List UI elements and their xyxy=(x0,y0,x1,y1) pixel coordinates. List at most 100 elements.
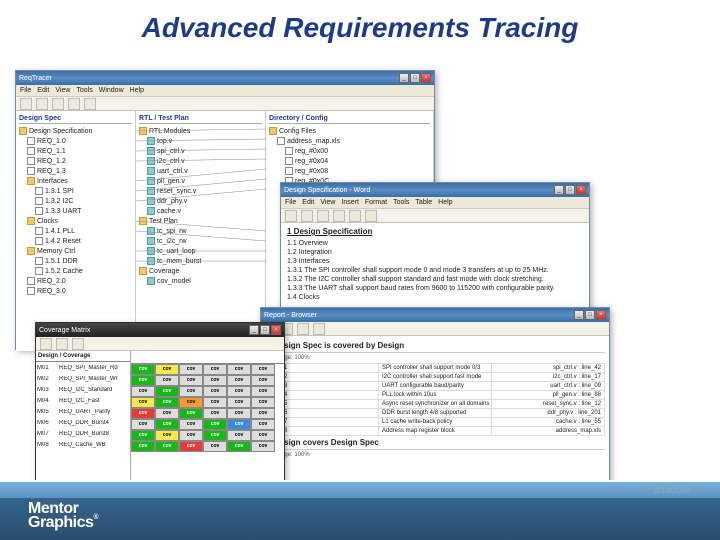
tree-item[interactable]: reset_sync.v xyxy=(139,186,262,196)
close-icon[interactable]: × xyxy=(596,310,606,320)
maximize-icon[interactable]: □ xyxy=(410,73,420,83)
tree-rtl-test[interactable]: RTL / Test Plan RTL Modulestop.vspi_ctrl… xyxy=(136,111,266,351)
matrix-cell[interactable]: cov xyxy=(227,408,251,419)
menu-item[interactable]: Help xyxy=(438,199,452,206)
tree-item[interactable]: Design Specification xyxy=(19,126,132,136)
matrix-cell[interactable]: cov xyxy=(251,375,275,386)
tool-open-icon[interactable] xyxy=(36,98,48,110)
toolbar-matrix[interactable] xyxy=(36,337,284,351)
matrix-cell[interactable]: cov xyxy=(131,419,155,430)
matrix-cell[interactable]: cov xyxy=(179,441,203,452)
matrix-row-label[interactable]: M01REQ_SPI_Master_Rd xyxy=(36,362,130,373)
matrix-grid[interactable]: covcovcovcovcovcovcovcovcovcovcovcovcovc… xyxy=(131,351,284,498)
tree-item[interactable]: 1.3.1 SPI xyxy=(19,186,132,196)
matrix-cell[interactable]: cov xyxy=(251,419,275,430)
maximize-icon[interactable]: □ xyxy=(260,325,270,335)
matrix-cell[interactable]: cov xyxy=(131,397,155,408)
menu-item[interactable]: Edit xyxy=(302,199,314,206)
matrix-cell[interactable]: cov xyxy=(155,430,179,441)
matrix-cell[interactable]: cov xyxy=(227,364,251,375)
matrix-cell[interactable]: cov xyxy=(251,441,275,452)
tree-item[interactable]: 1.5.1 DDR xyxy=(19,256,132,266)
toolbar-document[interactable] xyxy=(281,209,589,223)
matrix-row-label[interactable]: M03REQ_I2C_Standard xyxy=(36,384,130,395)
matrix-cell[interactable]: cov xyxy=(227,430,251,441)
matrix-cell[interactable]: cov xyxy=(251,397,275,408)
matrix-cell[interactable]: cov xyxy=(179,430,203,441)
tree-item[interactable]: Memory Ctrl xyxy=(19,246,132,256)
table-row[interactable]: DS_07L1 cache write-back policycache.v :… xyxy=(266,418,605,427)
tree-item[interactable]: REQ_1.2 xyxy=(19,156,132,166)
tree-item[interactable]: tc_i2c_rw xyxy=(139,236,262,246)
table-row[interactable]: DS_05Async reset synchronizer on all dom… xyxy=(266,400,605,409)
tree-item[interactable]: address_map.xls xyxy=(269,136,430,146)
matrix-row-label[interactable]: M06REQ_DDR_Burst4 xyxy=(36,417,130,428)
tool-bold-icon[interactable] xyxy=(349,210,361,222)
table-row[interactable]: DS_04PLL lock within 10uspll_gen.v : lin… xyxy=(266,391,605,400)
menu-item[interactable]: Window xyxy=(99,87,124,94)
tree-item[interactable]: reg_#0x04 xyxy=(269,156,430,166)
matrix-cell[interactable]: cov xyxy=(251,386,275,397)
matrix-cell[interactable]: cov xyxy=(155,408,179,419)
tree-design-spec[interactable]: Design Spec Design SpecificationREQ_1.0R… xyxy=(16,111,136,351)
table-row[interactable]: DS_03UART configurable baud/parityuart_c… xyxy=(266,382,605,391)
matrix-cell[interactable]: cov xyxy=(131,364,155,375)
tree-item[interactable]: reg_#0x00 xyxy=(269,146,430,156)
tool-refresh-icon[interactable] xyxy=(297,323,309,335)
minimize-icon[interactable]: _ xyxy=(399,73,409,83)
matrix-cell[interactable]: cov xyxy=(227,419,251,430)
maximize-icon[interactable]: □ xyxy=(565,185,575,195)
matrix-cell[interactable]: cov xyxy=(251,408,275,419)
close-icon[interactable]: × xyxy=(421,73,431,83)
tool-zoom-icon[interactable] xyxy=(72,338,84,350)
tree-item[interactable]: REQ_2.0 xyxy=(19,276,132,286)
tree-item[interactable]: REQ_1.1 xyxy=(19,146,132,156)
titlebar-reqtracer[interactable]: ReqTracer _ □ × xyxy=(16,71,434,85)
menu-item[interactable]: Tools xyxy=(76,87,92,94)
minimize-icon[interactable]: _ xyxy=(554,185,564,195)
matrix-cell[interactable]: cov xyxy=(203,408,227,419)
matrix-cell[interactable]: cov xyxy=(179,364,203,375)
matrix-cell[interactable]: cov xyxy=(155,375,179,386)
toolbar-report[interactable] xyxy=(261,322,609,336)
tree-item[interactable]: i2c_ctrl.v xyxy=(139,156,262,166)
tree-item[interactable]: 1.3.3 UART xyxy=(19,206,132,216)
close-icon[interactable]: × xyxy=(576,185,586,195)
matrix-cell[interactable]: cov xyxy=(179,408,203,419)
tool-new-icon[interactable] xyxy=(20,98,32,110)
tree-item[interactable]: Clocks xyxy=(19,216,132,226)
menu-item[interactable]: Tools xyxy=(393,199,409,206)
matrix-cell[interactable]: cov xyxy=(155,397,179,408)
tool-italic-icon[interactable] xyxy=(365,210,377,222)
tool-filter-icon[interactable] xyxy=(40,338,52,350)
tree-item[interactable]: 1.5.2 Cache xyxy=(19,266,132,276)
matrix-cell[interactable]: cov xyxy=(251,430,275,441)
menubar-document[interactable]: FileEditViewInsertFormatToolsTableHelp xyxy=(281,197,589,209)
menu-item[interactable]: Insert xyxy=(341,199,359,206)
matrix-cell[interactable]: cov xyxy=(227,386,251,397)
matrix-cell[interactable]: cov xyxy=(131,430,155,441)
matrix-cell[interactable]: cov xyxy=(179,386,203,397)
toolbar-reqtracer[interactable] xyxy=(16,97,434,111)
maximize-icon[interactable]: □ xyxy=(585,310,595,320)
tool-new-icon[interactable] xyxy=(285,210,297,222)
tree-item[interactable]: reg_#0x08 xyxy=(269,166,430,176)
matrix-cell[interactable]: cov xyxy=(155,386,179,397)
matrix-cell[interactable]: cov xyxy=(179,375,203,386)
table-row[interactable]: DS_06DDR burst length 4/8 supportedddr_p… xyxy=(266,409,605,418)
tool-save-icon[interactable] xyxy=(317,210,329,222)
minimize-icon[interactable]: _ xyxy=(249,325,259,335)
tool-home-icon[interactable] xyxy=(313,323,325,335)
matrix-cell[interactable]: cov xyxy=(251,364,275,375)
tree-item[interactable]: 1.3.2 I2C xyxy=(19,196,132,206)
tool-link-icon[interactable] xyxy=(68,98,80,110)
tree-item[interactable]: Test Plan xyxy=(139,216,262,226)
matrix-cell[interactable]: cov xyxy=(155,441,179,452)
matrix-cell[interactable]: cov xyxy=(179,397,203,408)
titlebar-matrix[interactable]: Coverage Matrix _ □ × xyxy=(36,323,284,337)
tree-item[interactable]: cov_model xyxy=(139,276,262,286)
matrix-cell[interactable]: cov xyxy=(131,441,155,452)
matrix-cell[interactable]: cov xyxy=(203,419,227,430)
matrix-row-label[interactable]: M04REQ_I2C_Fast xyxy=(36,395,130,406)
matrix-row-label[interactable]: M08REQ_Cache_WB xyxy=(36,439,130,450)
